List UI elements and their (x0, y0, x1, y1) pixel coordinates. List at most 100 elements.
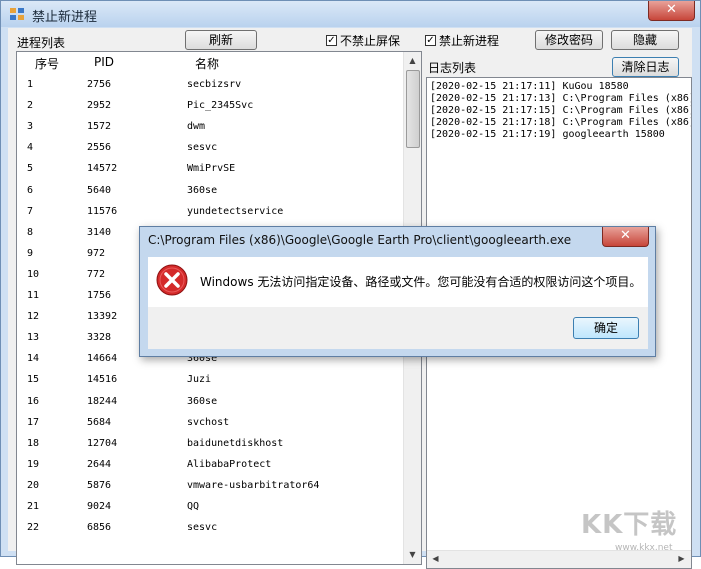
cell-index: 16 (27, 395, 40, 407)
dialog-body: Windows 无法访问指定设备、路径或文件。您可能没有合适的权限访问这个项目。… (148, 257, 648, 349)
log-entry[interactable]: [2020-02-15 21:17:11] KuGou 18580 (430, 81, 629, 92)
cell-index: 2 (27, 100, 34, 112)
cell-name: yundetectservice (187, 205, 284, 217)
cell-name: sesvc (187, 522, 218, 534)
cell-index: 19 (27, 458, 40, 470)
checkbox-box[interactable]: ✓ (425, 35, 436, 46)
error-icon (156, 264, 188, 296)
cell-index: 12 (27, 311, 40, 323)
watermark-url: www.kkx.net (615, 543, 673, 553)
cell-pid: 3140 (87, 226, 112, 238)
table-header: 序号 PID 名称 (17, 52, 405, 74)
cell-pid: 18244 (87, 395, 118, 407)
clear-log-button[interactable]: 清除日志 (612, 57, 679, 77)
hide-button[interactable]: 隐藏 (611, 30, 679, 50)
cell-name: 360se (187, 395, 218, 407)
cell-pid: 2644 (87, 458, 112, 470)
cell-index: 21 (27, 501, 40, 512)
column-header-pid[interactable]: PID (94, 55, 114, 69)
cell-pid: 14572 (87, 163, 118, 175)
dialog-title: C:\Program Files (x86)\Google\Google Ear… (148, 233, 572, 247)
cell-pid: 11576 (87, 205, 118, 217)
watermark: KK下载 (581, 510, 678, 540)
cell-index: 7 (27, 205, 34, 217)
ok-button[interactable]: 确定 (573, 317, 639, 339)
cell-index: 8 (27, 226, 34, 238)
cell-pid: 13392 (87, 311, 118, 323)
column-header-index[interactable]: 序号 (35, 55, 59, 72)
cell-pid: 972 (87, 247, 106, 259)
cell-name: Juzi (187, 374, 212, 386)
refresh-button[interactable]: 刷新 (185, 30, 257, 50)
dialog-content: Windows 无法访问指定设备、路径或文件。您可能没有合适的权限访问这个项目。 (148, 257, 648, 307)
cell-pid: 14516 (87, 374, 118, 386)
window-close-button[interactable]: ✕ (648, 1, 695, 21)
cell-pid: 3328 (87, 332, 112, 344)
cell-name: sesvc (187, 142, 218, 154)
table-row[interactable]: 18 12704 baidunetdiskhost (17, 433, 405, 454)
table-row[interactable]: 17 5684 svchost (17, 412, 405, 433)
cell-pid: 1572 (87, 121, 112, 133)
title-bar[interactable]: 禁止新进程 ✕ (1, 1, 700, 27)
table-row[interactable]: 7 11576 yundetectservice (17, 201, 405, 222)
table-row[interactable]: 4 2556 sesvc (17, 137, 405, 158)
cell-index: 10 (27, 268, 40, 280)
block-new-process-checkbox[interactable]: ✓ 禁止新进程 (425, 32, 499, 49)
table-row[interactable]: 6 5640 360se (17, 180, 405, 201)
change-password-button[interactable]: 修改密码 (535, 30, 603, 50)
checkbox-box[interactable]: ✓ (326, 35, 337, 46)
cell-name: secbizsrv (187, 79, 242, 90)
cell-pid: 5684 (87, 416, 112, 428)
main-window: 禁止新进程 ✕ 进程列表 刷新 ✓ 不禁止屏保 ✓ 禁止新进程 修改密码 隐藏 … (0, 0, 701, 569)
app-icon (10, 8, 24, 20)
log-entry[interactable]: [2020-02-15 21:17:15] C:\Program Files (… (430, 105, 691, 116)
cell-index: 14 (27, 353, 40, 365)
table-row[interactable]: 15 14516 Juzi (17, 369, 405, 390)
process-list-label: 进程列表 (17, 36, 66, 50)
column-header-name[interactable]: 名称 (195, 55, 219, 72)
table-row[interactable]: 3 1572 dwm (17, 116, 405, 137)
cell-name: baidunetdiskhost (187, 437, 284, 449)
cell-name: 360se (187, 184, 218, 196)
scroll-up-icon[interactable]: ▲ (405, 53, 420, 69)
table-row[interactable]: 19 2644 AlibabaProtect (17, 454, 405, 475)
cell-pid: 2952 (87, 100, 112, 112)
scroll-left-icon[interactable]: ◀ (428, 551, 443, 567)
error-dialog: C:\Program Files (x86)\Google\Google Ear… (139, 226, 656, 357)
cell-index: 20 (27, 479, 40, 491)
table-row[interactable]: 16 18244 360se (17, 391, 405, 412)
scroll-right-icon[interactable]: ▶ (674, 551, 689, 567)
cell-name: AlibabaProtect (187, 458, 272, 470)
cell-name: dwm (187, 121, 206, 133)
close-icon: ✕ (620, 228, 631, 243)
log-entry[interactable]: [2020-02-15 21:17:18] C:\Program Files (… (430, 117, 691, 128)
log-entry[interactable]: [2020-02-15 21:17:19] googleearth 15800 (430, 129, 665, 140)
cell-pid: 2756 (87, 79, 112, 90)
table-row[interactable]: 21 9024 QQ (17, 496, 405, 517)
scroll-thumb[interactable] (406, 70, 420, 148)
dialog-message: Windows 无法访问指定设备、路径或文件。您可能没有合适的权限访问这个项目。 (200, 275, 642, 289)
table-row[interactable]: 22 6856 sesvc (17, 517, 405, 538)
close-icon: ✕ (666, 2, 677, 17)
table-row[interactable]: 20 5876 vmware-usbarbitrator64 (17, 475, 405, 496)
table-row[interactable]: 5 14572 WmiPrvSE (17, 158, 405, 179)
log-list-label: 日志列表 (428, 61, 477, 75)
table-row[interactable]: 1 2756 secbizsrv (17, 74, 405, 95)
cell-pid: 14664 (87, 353, 118, 365)
no-screensaver-checkbox[interactable]: ✓ 不禁止屏保 (326, 32, 400, 49)
cell-pid: 2556 (87, 142, 112, 154)
cell-pid: 6856 (87, 522, 112, 534)
cell-index: 3 (27, 121, 34, 133)
cell-index: 15 (27, 374, 40, 386)
dialog-close-button[interactable]: ✕ (602, 227, 649, 247)
cell-index: 6 (27, 184, 34, 196)
cell-index: 17 (27, 416, 40, 428)
cell-name: svchost (187, 416, 230, 428)
table-row[interactable]: 2 2952 Pic_2345Svc (17, 95, 405, 116)
window-title: 禁止新进程 (32, 10, 98, 25)
cell-index: 13 (27, 332, 40, 344)
scroll-down-icon[interactable]: ▼ (405, 547, 420, 563)
log-entry[interactable]: [2020-02-15 21:17:13] C:\Program Files (… (430, 93, 691, 104)
cell-pid: 5876 (87, 479, 112, 491)
cell-index: 11 (27, 290, 40, 301)
